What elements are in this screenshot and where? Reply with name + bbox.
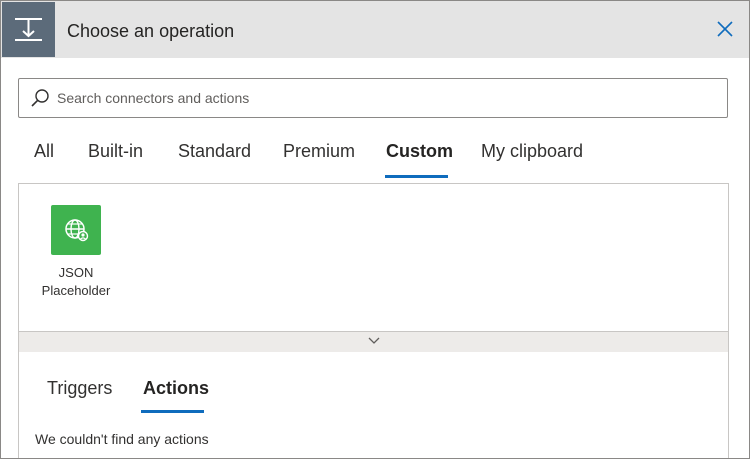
expand-connectors-button[interactable] (18, 331, 729, 353)
active-tab-indicator (385, 175, 448, 178)
tab-premium[interactable]: Premium (283, 141, 355, 177)
connector-label-line1: JSON (58, 265, 94, 280)
globe-user-icon (51, 205, 101, 255)
close-icon[interactable] (714, 18, 736, 40)
operation-icon (2, 2, 55, 57)
chevron-down-icon (368, 337, 380, 344)
connector-label: JSON Placeholder (33, 264, 119, 300)
tab-actions[interactable]: Actions (143, 378, 209, 399)
results-panel: Triggers Actions We couldn't find any ac… (18, 352, 729, 458)
tab-all[interactable]: All (34, 141, 54, 177)
search-icon (29, 87, 51, 114)
operation-dialog: Choose an operation All Built-in Standar… (0, 0, 750, 459)
search-input[interactable] (57, 79, 717, 117)
tab-triggers[interactable]: Triggers (47, 378, 112, 399)
tab-standard[interactable]: Standard (178, 141, 251, 177)
connectors-panel: JSON Placeholder (18, 183, 729, 332)
active-results-tab-indicator (141, 410, 204, 413)
search-box[interactable] (18, 78, 728, 118)
tab-built-in[interactable]: Built-in (88, 141, 143, 177)
tab-my-clipboard[interactable]: My clipboard (481, 141, 583, 177)
dialog-title: Choose an operation (67, 21, 235, 41)
connector-json-placeholder[interactable]: JSON Placeholder (33, 205, 119, 300)
connector-label-line2: Placeholder (41, 283, 111, 298)
dialog-header: Choose an operation (1, 1, 749, 58)
tab-custom[interactable]: Custom (386, 141, 453, 177)
empty-results-message: We couldn't find any actions (35, 431, 209, 447)
